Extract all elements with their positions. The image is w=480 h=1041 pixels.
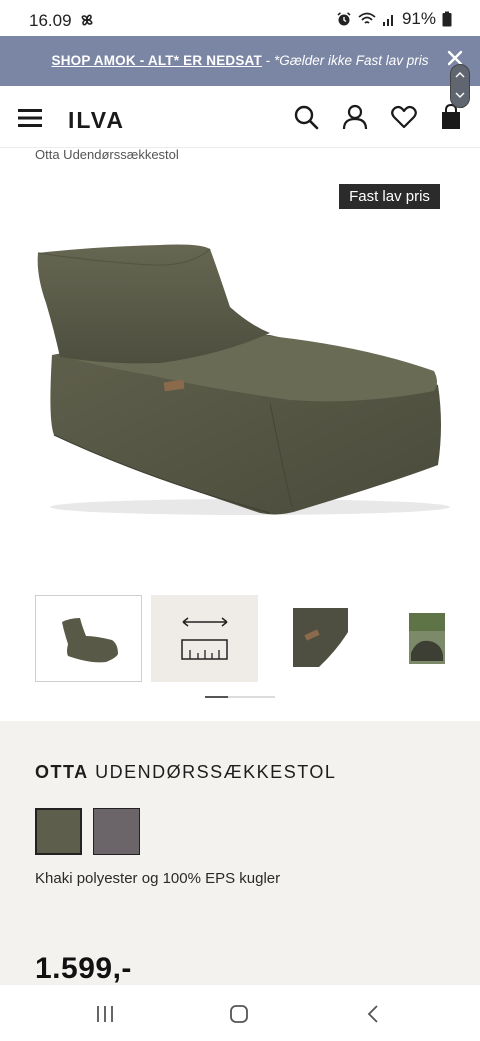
color-swatch-khaki[interactable]	[35, 808, 82, 855]
product-info: OTTA UDENDØRSSÆKKESTOL Khaki polyester o…	[0, 721, 480, 986]
status-time: 16.09	[29, 11, 72, 30]
back-icon[interactable]	[363, 1003, 385, 1025]
color-swatch-grey[interactable]	[93, 808, 140, 855]
battery-percentage: 91%	[401, 9, 436, 28]
promo-link[interactable]: SHOP AMOK - ALT* ER NEDSAT	[51, 53, 261, 68]
material-description: Khaki polyester og 100% EPS kugler	[35, 870, 281, 887]
product-image[interactable]	[30, 235, 450, 525]
chevron-down-icon	[455, 92, 465, 98]
thumbnail-fabric-detail-image	[293, 608, 348, 667]
battery-icon	[442, 11, 452, 27]
product-name-rest: UDENDØRSSÆKKESTOL	[88, 762, 337, 782]
alarm-icon	[337, 12, 351, 26]
product-name: OTTA UDENDØRSSÆKKESTOL	[35, 762, 336, 783]
thumbnail-3-detail[interactable]	[267, 595, 374, 682]
wifi-icon	[358, 12, 376, 24]
home-icon[interactable]	[228, 1003, 250, 1025]
chevron-up-icon	[455, 72, 465, 78]
account-icon[interactable]	[342, 104, 368, 130]
menu-icon[interactable]	[18, 108, 42, 128]
gallery-progress-fill	[205, 696, 229, 698]
search-icon[interactable]	[293, 104, 319, 130]
thumbnail-lounger-image	[62, 618, 118, 663]
wishlist-heart-icon[interactable]	[391, 104, 417, 130]
pinwheel-icon	[81, 14, 93, 26]
gallery-progress	[205, 696, 275, 698]
product-name-bold: OTTA	[35, 762, 89, 782]
status-bar: 16.09 91%	[0, 0, 480, 36]
thumbnail-4-garden[interactable]	[383, 595, 480, 682]
thumbnail-2-dimensions[interactable]	[151, 595, 258, 682]
thumbnail-1[interactable]	[35, 595, 142, 682]
price-badge: Fast lav pris	[339, 184, 440, 209]
thumbnail-garden-image	[409, 613, 445, 664]
signal-icon	[382, 15, 393, 26]
system-navigation-bar	[0, 985, 480, 1041]
promo-note: *Gælder ikke Fast lav pris	[273, 53, 429, 68]
dimensions-icon	[181, 617, 228, 660]
promo-banner: SHOP AMOK - ALT* ER NEDSAT - *Gælder ikk…	[0, 36, 480, 86]
recent-apps-icon[interactable]	[94, 1003, 116, 1025]
site-header: ILVA 0	[0, 86, 480, 148]
scroll-handle[interactable]	[450, 64, 470, 108]
product-price: 1.599,-	[35, 952, 132, 985]
breadcrumb[interactable]: Otta Udendørssækkestol	[35, 147, 179, 162]
ilva-logo[interactable]: ILVA	[68, 107, 125, 134]
promo-separator: -	[261, 53, 274, 68]
